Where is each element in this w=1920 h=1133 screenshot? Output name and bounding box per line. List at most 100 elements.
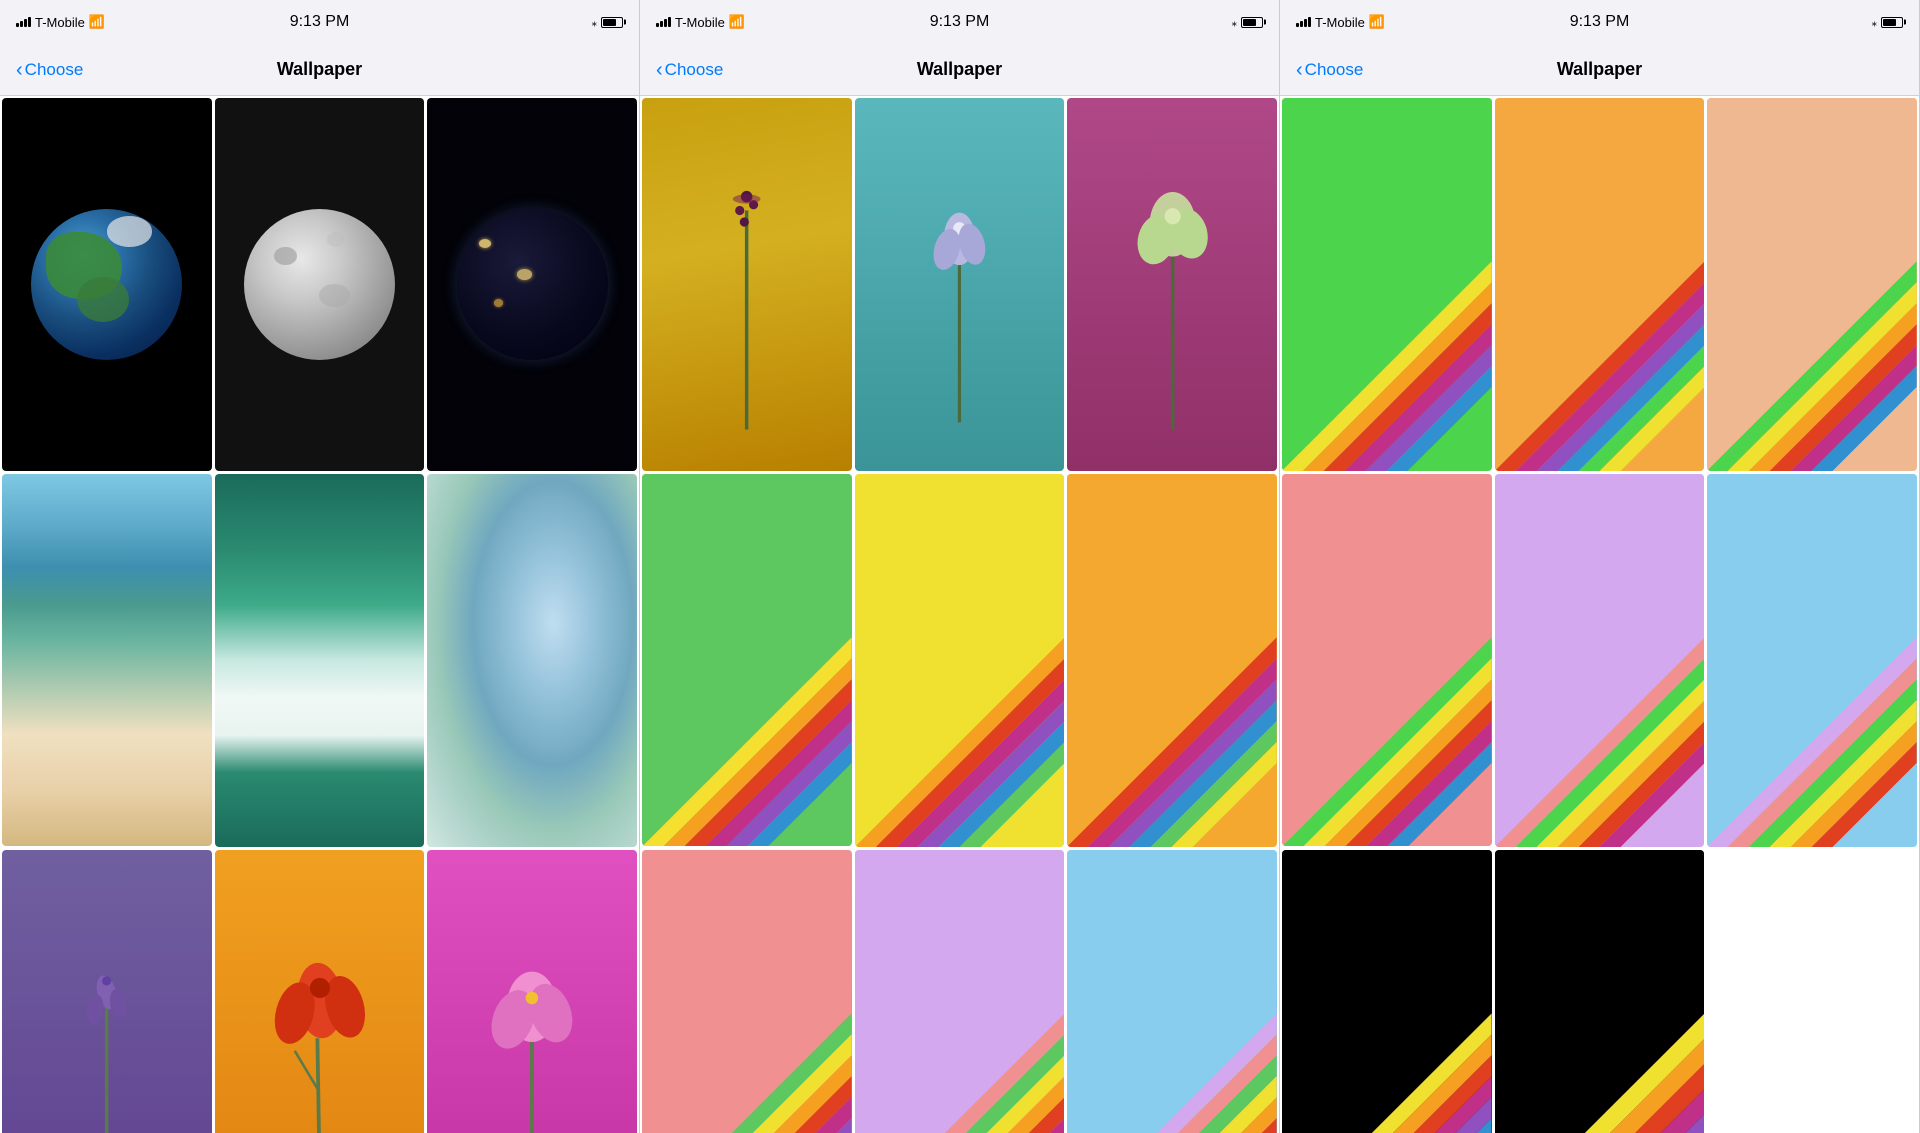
- wallpaper-black-1[interactable]: [1282, 850, 1492, 1133]
- wallpaper-flower-yellow[interactable]: [642, 98, 852, 471]
- status-bar-3: T-Mobile 📶 9:13 PM ⁎: [1280, 0, 1919, 44]
- back-label-2[interactable]: Choose: [665, 60, 724, 80]
- battery-1: [601, 17, 623, 28]
- back-button-3[interactable]: ‹ Choose: [1296, 60, 1363, 80]
- back-button-1[interactable]: ‹ Choose: [16, 60, 83, 80]
- grid-inner-2: [642, 98, 1277, 1133]
- wallpaper-flower-lavender[interactable]: [2, 850, 212, 1133]
- nav-bar-2: ‹ Choose Wallpaper: [640, 44, 1279, 96]
- wallpaper-abstract[interactable]: [427, 474, 637, 847]
- signal-bar: [1296, 23, 1299, 27]
- wifi-icon-1: 📶: [89, 14, 105, 30]
- wallpaper-empty: [1707, 850, 1917, 1133]
- battery-2: [1241, 17, 1263, 28]
- wallpaper-rainbow-yellow[interactable]: [855, 474, 1065, 847]
- phone-screen-1: T-Mobile 📶 9:13 PM ⁎ ‹ Choose Wallpaper: [0, 0, 640, 1133]
- wallpaper-s3-lavender[interactable]: [1495, 474, 1705, 847]
- wallpaper-s3-peach[interactable]: [1707, 98, 1917, 471]
- wallpaper-earth-night[interactable]: [427, 98, 637, 471]
- battery-3: [1881, 17, 1903, 28]
- wallpaper-wave[interactable]: [215, 474, 425, 847]
- wallpaper-rainbow-orange[interactable]: [1067, 474, 1277, 847]
- wallpaper-rainbow-green[interactable]: [642, 474, 852, 847]
- status-left-1: T-Mobile 📶: [16, 14, 105, 30]
- status-bar-1: T-Mobile 📶 9:13 PM ⁎: [0, 0, 639, 44]
- signal-bars-2: [656, 17, 671, 27]
- signal-bar: [660, 21, 663, 27]
- flower-green-svg: [1115, 135, 1230, 470]
- wallpaper-grid-2[interactable]: [640, 96, 1279, 1133]
- wifi-icon-2: 📶: [729, 14, 745, 30]
- wallpaper-s3-orange[interactable]: [1495, 98, 1705, 471]
- rainbow-stripe-svg-3: [1067, 474, 1277, 847]
- s3-black-svg-2: [1495, 850, 1705, 1133]
- bluetooth-icon-3: ⁎: [1872, 16, 1878, 29]
- nav-bar-3: ‹ Choose Wallpaper: [1280, 44, 1919, 96]
- rainbow-stripe-svg-5: [855, 850, 1065, 1133]
- back-label-3[interactable]: Choose: [1305, 60, 1364, 80]
- signal-bars-3: [1296, 17, 1311, 27]
- flower-blue-svg: [907, 143, 1012, 471]
- battery-fill-2: [1243, 19, 1256, 26]
- wallpaper-s3-lightblue[interactable]: [1707, 474, 1917, 847]
- rainbow-stripe-svg-2: [855, 474, 1065, 847]
- battery-fill-3: [1883, 19, 1896, 26]
- flower-dark-svg: [689, 135, 804, 470]
- signal-bar: [28, 17, 31, 27]
- s3-rainbow-svg-3: [1707, 98, 1917, 471]
- signal-bar: [1304, 19, 1307, 27]
- wallpaper-black-2[interactable]: [1495, 850, 1705, 1133]
- back-label-1[interactable]: Choose: [25, 60, 84, 80]
- carrier-label-3: T-Mobile: [1315, 15, 1365, 30]
- time-1: 9:13 PM: [290, 13, 350, 31]
- wallpaper-aerial[interactable]: [2, 474, 212, 847]
- wallpaper-flower-blue-bg[interactable]: [855, 98, 1065, 471]
- carrier-label-1: T-Mobile: [35, 15, 85, 30]
- time-3: 9:13 PM: [1570, 13, 1630, 31]
- wallpaper-solid-skyblue[interactable]: [1067, 850, 1277, 1133]
- wallpaper-flower-pink[interactable]: [427, 850, 637, 1133]
- s3-rainbow-svg-2: [1495, 98, 1705, 471]
- wallpaper-s3-pink[interactable]: [1282, 474, 1492, 847]
- wallpaper-solid-pink[interactable]: [642, 850, 852, 1133]
- signal-bar: [20, 21, 23, 27]
- wallpaper-earth[interactable]: [2, 98, 212, 471]
- s3-rainbow-svg-1: [1282, 98, 1492, 471]
- wallpaper-flower-green-bg[interactable]: [1067, 98, 1277, 471]
- s3-black-svg-1: [1282, 850, 1492, 1133]
- chevron-left-icon-1: ‹: [16, 60, 23, 80]
- signal-bar: [24, 19, 27, 27]
- wallpaper-s3-green[interactable]: [1282, 98, 1492, 471]
- signal-bar: [664, 19, 667, 27]
- rainbow-stripe-svg-6: [1067, 850, 1277, 1133]
- phone-screen-3: T-Mobile 📶 9:13 PM ⁎ ‹ Choose Wallpaper: [1280, 0, 1920, 1133]
- flower-svg-2: [257, 905, 383, 1133]
- rainbow-stripe-svg-1: [642, 474, 852, 847]
- phone-screen-2: T-Mobile 📶 9:13 PM ⁎ ‹ Choose Wallpaper: [640, 0, 1280, 1133]
- bluetooth-icon-2: ⁎: [1232, 16, 1238, 29]
- grid-inner-3: [1282, 98, 1917, 1133]
- flower-svg-3: [469, 905, 595, 1133]
- carrier-label-2: T-Mobile: [675, 15, 725, 30]
- status-left-2: T-Mobile 📶: [656, 14, 745, 30]
- signal-bar: [1300, 21, 1303, 27]
- wifi-icon-3: 📶: [1369, 14, 1385, 30]
- status-right-3: ⁎: [1872, 16, 1904, 29]
- chevron-left-icon-3: ‹: [1296, 60, 1303, 80]
- wallpaper-solid-lavender[interactable]: [855, 850, 1065, 1133]
- flower-svg-1: [49, 924, 164, 1133]
- battery-fill-1: [603, 19, 616, 26]
- rainbow-stripe-svg-4: [642, 850, 852, 1133]
- back-button-2[interactable]: ‹ Choose: [656, 60, 723, 80]
- wallpaper-moon[interactable]: [215, 98, 425, 471]
- nav-title-3: Wallpaper: [1557, 59, 1642, 80]
- signal-bar: [656, 23, 659, 27]
- wallpaper-flower-orange[interactable]: [215, 850, 425, 1133]
- wallpaper-grid-1[interactable]: [0, 96, 639, 1133]
- wallpaper-grid-3[interactable]: [1280, 96, 1919, 1133]
- signal-bar: [668, 17, 671, 27]
- time-2: 9:13 PM: [930, 13, 990, 31]
- grid-inner-1: [2, 98, 637, 1133]
- signal-bar: [1308, 17, 1311, 27]
- nav-title-2: Wallpaper: [917, 59, 1002, 80]
